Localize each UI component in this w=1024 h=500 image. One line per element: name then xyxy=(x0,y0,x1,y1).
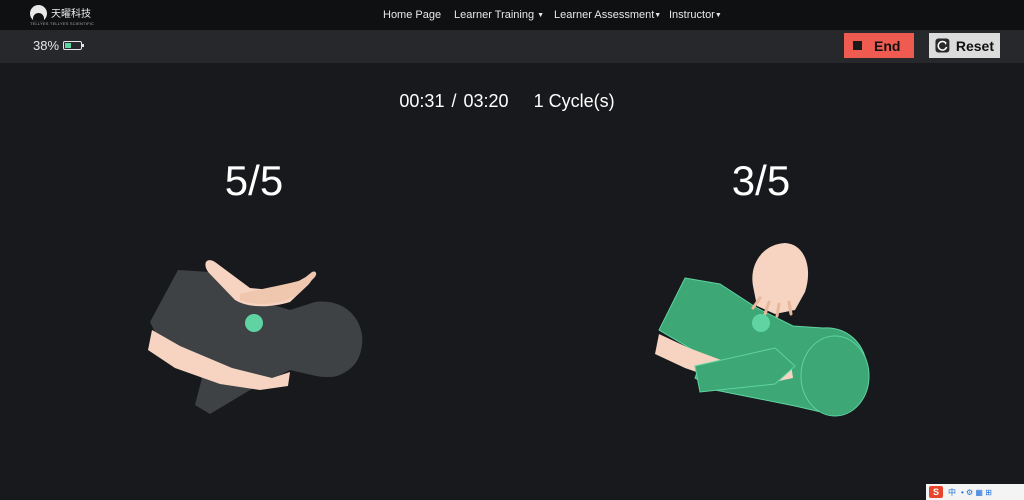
end-button[interactable]: End xyxy=(844,33,914,58)
compression-point xyxy=(245,314,263,332)
chevron-down-icon: ▼ xyxy=(537,12,545,19)
brand-subtitle: TELLYES TELLYES SCIENTIFIC xyxy=(30,21,95,26)
reset-icon xyxy=(935,38,950,53)
top-nav-bar: 天曜科技 TELLYES TELLYES SCIENTIFIC Home Pag… xyxy=(0,0,1024,30)
brand-logo[interactable]: 天曜科技 TELLYES TELLYES SCIENTIFIC xyxy=(30,4,100,26)
battery-percent: 38% xyxy=(33,38,60,53)
manikin-head xyxy=(800,335,870,417)
brand-mark-icon xyxy=(30,5,47,22)
compression-count: 5/5 xyxy=(224,157,284,204)
ventilation-count: 3/5 xyxy=(731,157,791,204)
ime-language[interactable]: 中 xyxy=(948,487,956,498)
total-time: 03:20 xyxy=(463,91,509,111)
ventilation-illustration xyxy=(655,243,870,417)
manikin-head xyxy=(300,303,360,377)
reset-button[interactable]: Reset xyxy=(929,33,1000,58)
nav-home-page[interactable]: Home Page xyxy=(383,9,441,21)
battery-fill xyxy=(65,43,71,48)
time-separator: / xyxy=(451,91,457,111)
stop-icon xyxy=(853,41,862,50)
compression-illustration xyxy=(148,260,363,414)
battery-icon xyxy=(63,41,84,50)
brand-name: 天曜科技 xyxy=(51,9,91,20)
nav-instructor[interactable]: Instructor▼ xyxy=(669,9,722,21)
nav-learner-training[interactable]: Learner Training ▼ xyxy=(454,9,544,21)
reset-button-label: Reset xyxy=(955,37,994,54)
nav-learner-assessment[interactable]: Learner Assessment▼ xyxy=(554,9,661,21)
ime-tools-icon[interactable]: • ⚙ ▦ ⊞ xyxy=(961,488,992,497)
ventilation-point xyxy=(752,314,770,332)
ime-logo-icon[interactable]: S xyxy=(929,486,943,498)
system-tray: S 中 • ⚙ ▦ ⊞ xyxy=(926,484,1024,500)
cycle-count: 1 Cycle(s) xyxy=(533,91,615,111)
session-timer: 00:31 / 03:20 1 Cycle(s) xyxy=(0,91,1024,112)
chevron-down-icon: ▼ xyxy=(714,12,722,19)
end-button-label: End xyxy=(874,37,901,54)
chevron-down-icon: ▼ xyxy=(654,12,662,19)
elapsed-time: 00:31 xyxy=(399,91,445,111)
